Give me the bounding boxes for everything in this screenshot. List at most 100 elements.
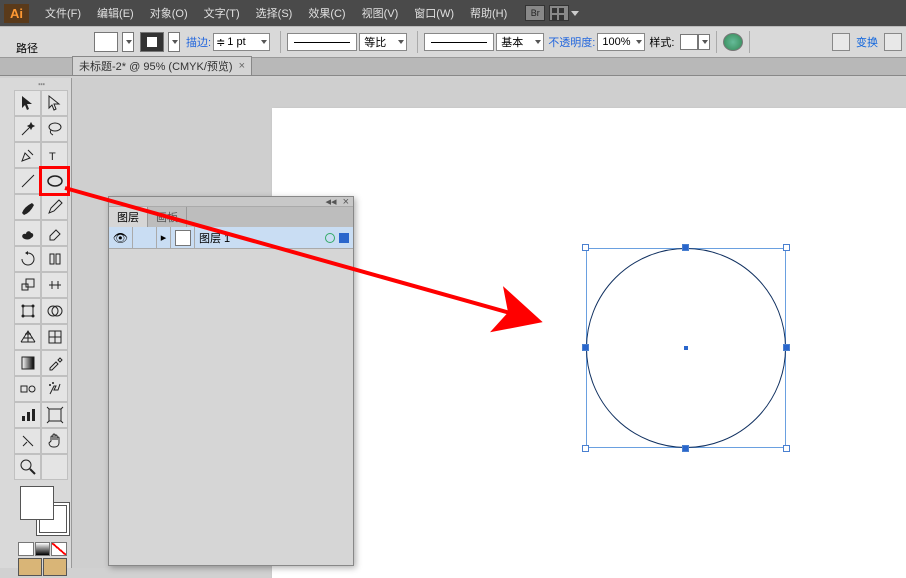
document-tab-bar: 未标题-2* @ 95% (CMYK/预览) × (0, 58, 906, 76)
expand-toggle[interactable]: ▸ (157, 227, 171, 249)
stroke-weight-input[interactable]: ≑ 1 pt (213, 33, 270, 51)
opacity-value: 100% (600, 36, 636, 48)
selection-tool[interactable] (14, 90, 41, 116)
menu-effect[interactable]: 效果(C) (300, 3, 353, 23)
brush-preview[interactable] (424, 33, 494, 51)
layers-panel[interactable]: ◂◂ × 图层 画板 👁 ▸ 图层 1 (108, 196, 354, 566)
magic-wand-tool[interactable] (14, 116, 41, 142)
recolor-button[interactable] (723, 33, 743, 51)
fill-dropdown[interactable] (122, 32, 134, 52)
tab-artboards[interactable]: 画板 (148, 207, 187, 227)
scale-tool[interactable] (14, 272, 41, 298)
selected-object[interactable] (586, 248, 786, 448)
stroke-swatch[interactable] (140, 32, 164, 52)
arrange-caret-icon (571, 11, 579, 16)
handle-se[interactable] (783, 445, 790, 452)
style-swatch[interactable] (680, 34, 698, 50)
anchor-n[interactable] (683, 245, 688, 250)
direct-selection-tool[interactable] (41, 90, 68, 116)
draw-normal[interactable] (18, 558, 42, 576)
fill-stroke-indicator[interactable] (14, 484, 71, 540)
stroke-style-preview[interactable] (287, 33, 357, 51)
symbol-sprayer-tool[interactable] (41, 376, 68, 402)
handle-ne[interactable] (783, 244, 790, 251)
blend-tool[interactable] (14, 376, 41, 402)
panel-header[interactable]: ◂◂ × (109, 197, 353, 207)
fill-swatch-group[interactable] (94, 32, 134, 52)
zoom-tool[interactable] (14, 454, 41, 480)
stepper-icon[interactable]: ≑ (216, 36, 225, 49)
document-tab[interactable]: 未标题-2* @ 95% (CMYK/预览) × (72, 56, 252, 75)
blob-brush-tool[interactable] (14, 220, 41, 246)
shape-builder-tool[interactable] (41, 298, 68, 324)
gradient-tool[interactable] (14, 350, 41, 376)
menu-text[interactable]: 文字(T) (196, 3, 248, 23)
isolate-button[interactable] (884, 33, 902, 51)
target-icon[interactable] (325, 233, 335, 243)
pencil-tool[interactable] (41, 194, 68, 220)
color-mode-gradient[interactable] (35, 542, 51, 556)
free-transform-tool[interactable] (14, 298, 41, 324)
eyedropper-tool[interactable] (41, 350, 68, 376)
menu-edit[interactable]: 编辑(E) (89, 3, 142, 23)
artboard-tool[interactable] (41, 402, 68, 428)
tab-layers[interactable]: 图层 (109, 207, 148, 227)
panel-collapse-icon[interactable]: ◂◂ (326, 195, 337, 208)
style-dropdown[interactable] (698, 34, 710, 50)
tab-close-icon[interactable]: × (239, 60, 245, 72)
brush-dropdown[interactable]: 基本 (496, 33, 544, 51)
eraser-tool[interactable] (41, 220, 68, 246)
line-tool[interactable] (14, 168, 41, 194)
slice-tool[interactable] (14, 428, 41, 454)
handle-sw[interactable] (582, 445, 589, 452)
reflect-tool[interactable] (41, 246, 68, 272)
layer-name[interactable]: 图层 1 (195, 230, 325, 246)
panel-grip-icon[interactable]: ┅ (38, 78, 47, 91)
transform-link[interactable]: 变换 (856, 34, 878, 50)
rotate-tool[interactable] (14, 246, 41, 272)
column-graph-tool[interactable] (14, 402, 41, 428)
ellipse-tool[interactable] (41, 168, 68, 194)
layer-thumbnail[interactable] (171, 227, 195, 249)
align-button[interactable] (832, 33, 850, 51)
center-point[interactable] (684, 346, 688, 350)
opacity-label[interactable]: 不透明度: (548, 34, 595, 50)
anchor-w[interactable] (583, 345, 588, 350)
menu-select[interactable]: 选择(S) (248, 3, 301, 23)
perspective-grid-tool[interactable] (14, 324, 41, 350)
visibility-toggle[interactable]: 👁 (109, 227, 133, 249)
menu-view[interactable]: 视图(V) (354, 3, 407, 23)
fill-swatch[interactable] (94, 32, 118, 52)
color-mode-solid[interactable] (18, 542, 34, 556)
lock-toggle[interactable] (133, 227, 157, 249)
stroke-dropdown[interactable] (168, 32, 180, 52)
panel-close-icon[interactable]: × (343, 196, 349, 208)
document-tab-title: 未标题-2* @ 95% (CMYK/预览) (79, 58, 233, 74)
menu-object[interactable]: 对象(O) (142, 3, 196, 23)
paintbrush-tool[interactable] (14, 194, 41, 220)
handle-nw[interactable] (582, 244, 589, 251)
menu-help[interactable]: 帮助(H) (462, 3, 515, 23)
pen-tool[interactable] (14, 142, 41, 168)
menu-window[interactable]: 窗口(W) (406, 3, 462, 23)
width-tool[interactable] (41, 272, 68, 298)
lasso-tool[interactable] (41, 116, 68, 142)
mesh-tool[interactable] (41, 324, 68, 350)
hand-tool[interactable] (41, 428, 68, 454)
draw-behind[interactable] (43, 558, 67, 576)
proportion-dropdown[interactable]: 等比 (359, 33, 407, 51)
bridge-button[interactable]: Br (525, 5, 545, 21)
stroke-swatch-group[interactable] (140, 32, 180, 52)
anchor-e[interactable] (784, 345, 789, 350)
stroke-label[interactable]: 描边: (186, 34, 211, 50)
opacity-input[interactable]: 100% (597, 33, 645, 51)
fill-indicator[interactable] (20, 486, 54, 520)
color-mode-none[interactable] (51, 542, 67, 556)
type-tool[interactable]: T (41, 142, 68, 168)
svg-text:T: T (49, 151, 56, 163)
selection-indicator[interactable] (339, 233, 349, 243)
menu-file[interactable]: 文件(F) (37, 3, 89, 23)
layer-row[interactable]: 👁 ▸ 图层 1 (109, 227, 353, 249)
arrange-button[interactable] (549, 5, 569, 21)
anchor-s[interactable] (683, 446, 688, 451)
